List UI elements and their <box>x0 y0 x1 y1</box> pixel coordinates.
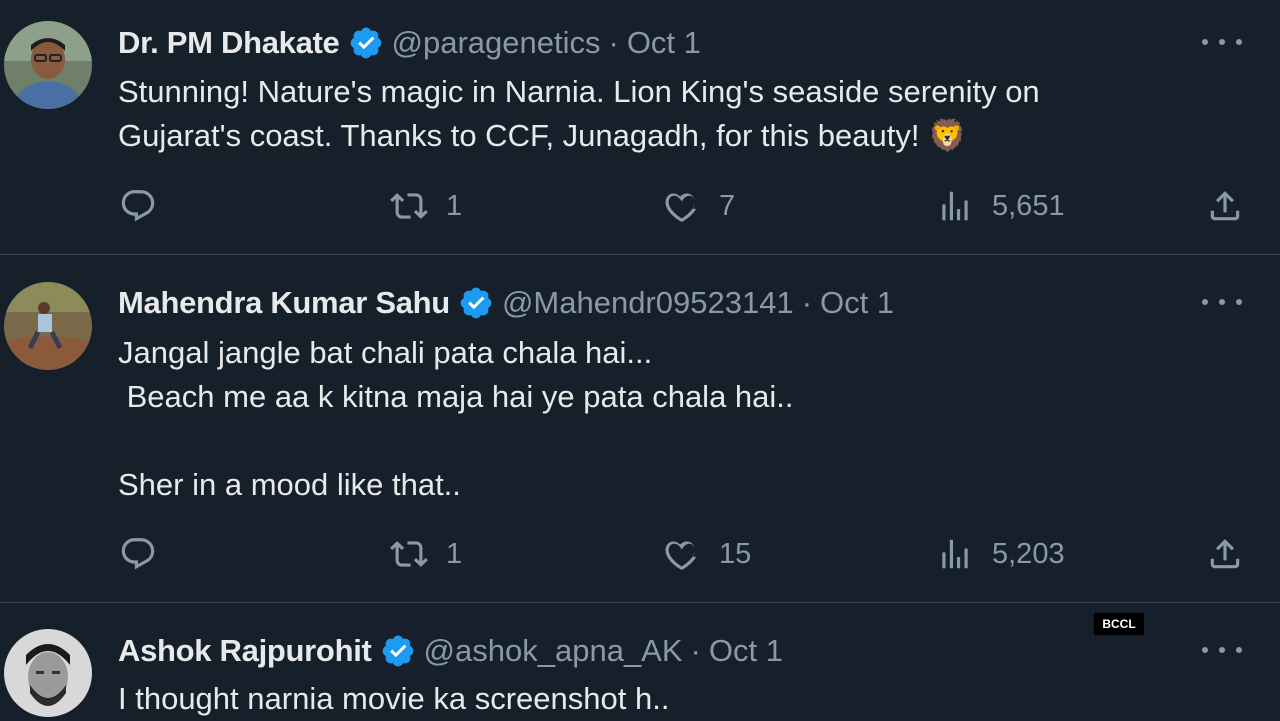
share-button[interactable] <box>1206 187 1244 225</box>
tweet-text: I thought narnia movie ka screenshot h.. <box>118 681 670 716</box>
views-button[interactable]: 5,651 <box>936 187 1065 225</box>
separator: · <box>801 285 813 320</box>
view-count: 5,651 <box>992 189 1065 222</box>
heart-icon <box>665 193 697 223</box>
more-options-icon[interactable] <box>1202 292 1242 312</box>
reply-button[interactable] <box>119 535 175 573</box>
avatar[interactable] <box>4 282 92 370</box>
heart-icon <box>665 541 697 571</box>
tweet-date[interactable]: Oct 1 <box>709 633 783 669</box>
tweet-2[interactable]: Mahendra Kumar Sahu @Mahendr09523141 · O… <box>0 255 1280 603</box>
tweet-text: Stunning! Nature's magic in Narnia. Lion… <box>118 74 1040 153</box>
retweet-icon <box>390 193 428 219</box>
tweet-date[interactable]: Oct 1 <box>820 285 894 321</box>
tweet-actions: 1 15 5,203 <box>0 532 1280 576</box>
author-name[interactable]: Dr. PM Dhakate <box>118 25 340 61</box>
avatar[interactable] <box>4 21 92 109</box>
share-icon <box>1210 191 1240 221</box>
views-icon <box>942 191 968 221</box>
share-icon <box>1210 539 1240 569</box>
verified-badge-icon <box>382 635 413 667</box>
author-handle[interactable]: @paragenetics <box>392 25 601 61</box>
share-button[interactable] <box>1206 535 1244 573</box>
avatar[interactable] <box>4 629 92 717</box>
retweet-count: 1 <box>446 189 463 222</box>
retweet-icon <box>390 541 428 567</box>
retweet-button[interactable]: 1 <box>390 535 462 573</box>
views-icon <box>942 539 968 569</box>
retweet-count: 1 <box>446 537 463 570</box>
reply-icon <box>121 538 155 570</box>
tweet-date[interactable]: Oct 1 <box>627 25 701 61</box>
like-button[interactable]: 15 <box>663 535 751 573</box>
author-name[interactable]: Ashok Rajpurohit <box>118 633 372 669</box>
tweet-actions: 1 7 5,651 <box>0 184 1280 228</box>
more-options-icon[interactable] <box>1202 640 1242 660</box>
verified-badge-icon <box>460 287 492 319</box>
retweet-button[interactable]: 1 <box>390 187 462 225</box>
watermark-badge: BCCL <box>1094 613 1144 635</box>
verified-badge-icon <box>350 27 381 59</box>
like-count: 7 <box>719 189 736 222</box>
tweet-header: Dr. PM Dhakate @paragenetics · Oct 1 <box>118 21 701 65</box>
reply-icon <box>121 190 155 222</box>
more-options-icon[interactable] <box>1202 32 1242 52</box>
author-name[interactable]: Mahendra Kumar Sahu <box>118 285 450 321</box>
tweet-header: Mahendra Kumar Sahu @Mahendr09523141 · O… <box>118 281 894 325</box>
tweet-header: Ashok Rajpurohit @ashok_apna_AK · Oct 1 <box>118 629 783 673</box>
tweet-1[interactable]: Dr. PM Dhakate @paragenetics · Oct 1 Stu… <box>0 0 1280 255</box>
like-count: 15 <box>719 537 752 570</box>
author-handle[interactable]: @ashok_apna_AK <box>424 633 683 669</box>
view-count: 5,203 <box>992 537 1065 570</box>
views-button[interactable]: 5,203 <box>936 535 1065 573</box>
separator: · <box>690 633 701 668</box>
like-button[interactable]: 7 <box>663 187 735 225</box>
reply-button[interactable] <box>119 187 175 225</box>
separator: · <box>608 25 619 60</box>
tweet-3[interactable]: Ashok Rajpurohit @ashok_apna_AK · Oct 1 … <box>0 603 1280 720</box>
tweet-text: Jangal jangle bat chali pata chala hai..… <box>118 335 794 502</box>
author-handle[interactable]: @Mahendr09523141 <box>502 285 794 321</box>
